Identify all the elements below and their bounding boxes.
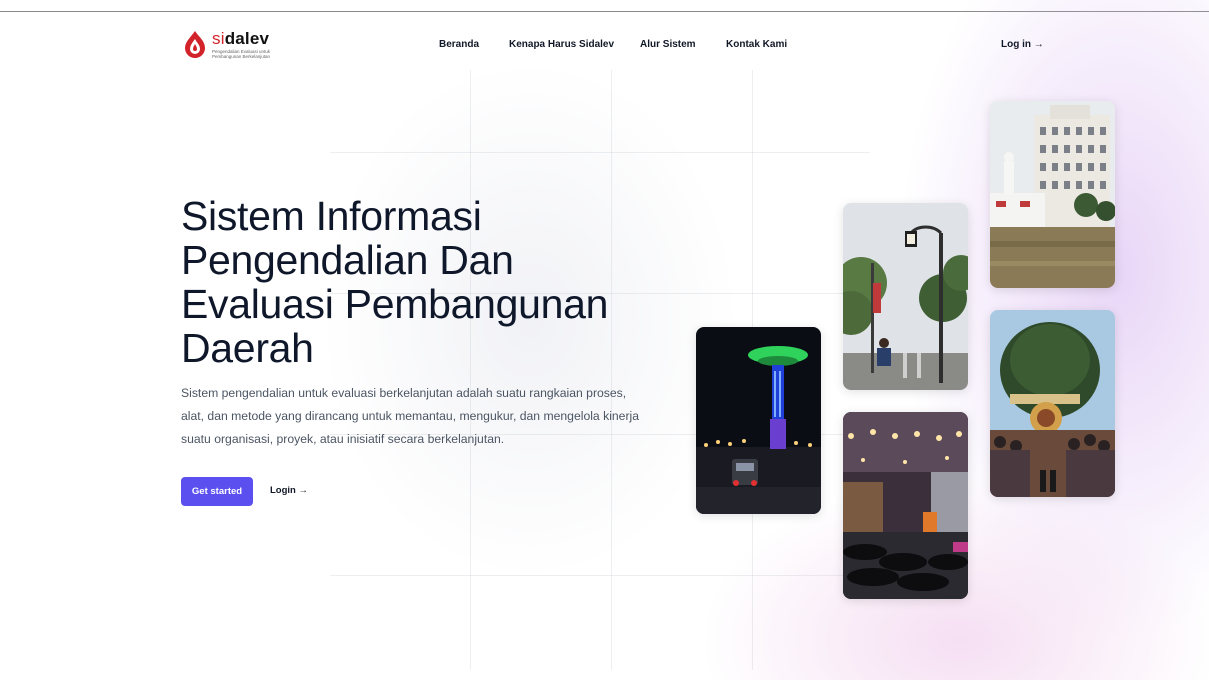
top-divider <box>0 11 1209 12</box>
background-grid-line <box>470 70 471 670</box>
nav-item-kontak-kami[interactable]: Kontak Kami <box>726 39 787 50</box>
photo-night-tower <box>696 327 821 514</box>
hero-login-link[interactable]: Login → <box>270 485 308 496</box>
background-grid-line <box>611 70 612 670</box>
nav-item-beranda[interactable]: Beranda <box>439 39 479 50</box>
photo-reog-performance <box>990 310 1115 497</box>
get-started-button[interactable]: Get started <box>181 477 253 506</box>
header-login-link[interactable]: Log in → <box>1001 39 1044 50</box>
photo-flooded-building <box>990 101 1115 288</box>
nav-item-alur-sistem[interactable]: Alur Sistem <box>640 39 696 50</box>
brand-logo[interactable]: sidalev Pengendalian Evaluasi untuk Pemb… <box>182 30 272 60</box>
hero-title: Sistem Informasi Pengendalian Dan Evalua… <box>181 193 609 371</box>
brand-tagline: Pengendalian Evaluasi untuk Pembangunan … <box>212 49 271 60</box>
background-grid-line <box>330 152 870 153</box>
background-grid-line <box>330 575 870 576</box>
photo-street-lamp <box>843 203 968 390</box>
hero-description: Sistem pengendalian untuk evaluasi berke… <box>181 386 640 446</box>
nav-item-kenapa-harus-sidalev[interactable]: Kenapa Harus Sidalev <box>509 39 614 50</box>
sidalev-logo-icon <box>185 31 205 58</box>
brand-name: sidalev <box>212 29 270 48</box>
photo-night-market <box>843 412 968 599</box>
